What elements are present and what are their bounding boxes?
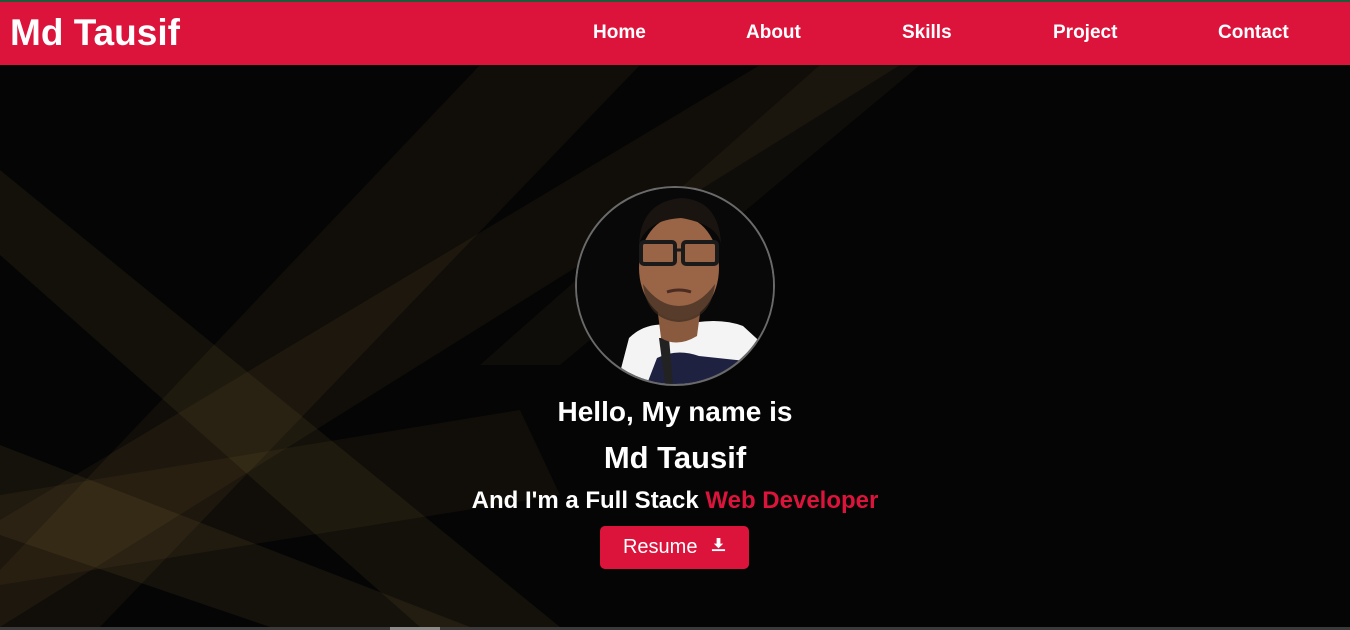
nav-link-about[interactable]: About: [746, 22, 801, 44]
hero-role: And I'm a Full Stack Web Developer: [0, 487, 1350, 515]
hero-role-highlight: Web Developer: [705, 487, 879, 514]
brand-logo[interactable]: Md Tausif: [10, 13, 180, 53]
hero-role-prefix: And I'm a Full Stack: [471, 487, 699, 514]
nav-link-project[interactable]: Project: [1053, 22, 1117, 44]
top-border: [0, 0, 1350, 2]
nav-link-skills[interactable]: Skills: [902, 22, 952, 44]
navbar: Md Tausif Home About Skills Project Cont…: [0, 2, 1350, 65]
resume-button-label: Resume: [622, 536, 698, 558]
page: Md Tausif Home About Skills Project Cont…: [0, 0, 1350, 630]
profile-photo-icon: [577, 188, 773, 384]
download-icon: [711, 525, 726, 568]
nav-link-home[interactable]: Home: [593, 22, 646, 44]
profile-avatar: [575, 186, 775, 386]
hero-name: Md Tausif: [603, 440, 747, 475]
hero-greeting: Hello, My name is: [557, 396, 793, 427]
resume-button[interactable]: Resume: [600, 526, 749, 569]
hero-section: Hello, My name is Md Tausif And I'm a Fu…: [0, 65, 1350, 627]
nav-link-contact[interactable]: Contact: [1218, 22, 1289, 44]
